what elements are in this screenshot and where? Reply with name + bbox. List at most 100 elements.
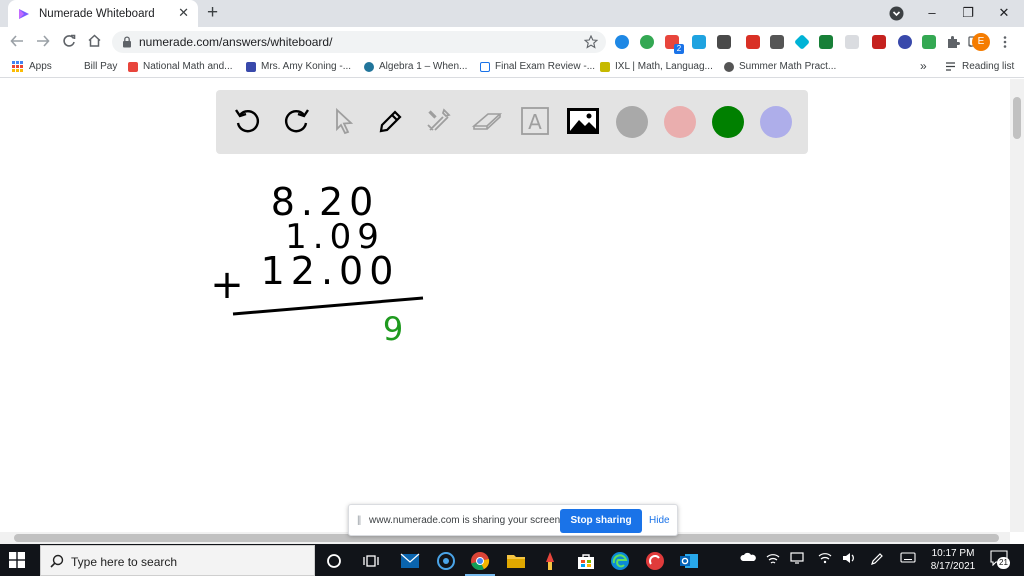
- extensions-puzzle-icon[interactable]: [946, 35, 960, 49]
- bookmark-ixl[interactable]: IXL | Math, Languag...: [600, 61, 713, 72]
- bookmark-final-exam-review[interactable]: Final Exam Review -...: [480, 61, 595, 72]
- color-swatch-gray[interactable]: [616, 106, 648, 138]
- notification-button[interactable]: 21: [990, 550, 1010, 571]
- extension-check-icon[interactable]: [922, 35, 936, 49]
- cortana-button[interactable]: [324, 551, 344, 571]
- forward-arrow-icon[interactable]: [36, 34, 50, 48]
- search-icon: [50, 554, 64, 568]
- extension-9-icon[interactable]: [819, 35, 833, 49]
- tray-monitor-icon[interactable]: [790, 552, 804, 567]
- color-swatch-lavender[interactable]: [760, 106, 792, 138]
- tab-numerade-whiteboard[interactable]: Numerade Whiteboard ✕: [8, 0, 198, 27]
- bookmark-national-math[interactable]: National Math and...: [128, 61, 233, 72]
- address-bar[interactable]: numerade.com/answers/whiteboard/: [112, 31, 606, 53]
- extension-badge: 2: [674, 44, 684, 54]
- select-tool-button[interactable]: [327, 104, 361, 138]
- redo-button[interactable]: [279, 104, 313, 138]
- menu-dots-icon[interactable]: [1002, 35, 1008, 49]
- back-arrow-icon[interactable]: [10, 34, 24, 48]
- stop-sharing-button[interactable]: Stop sharing: [560, 509, 642, 533]
- redo-icon: [285, 109, 309, 133]
- taskbar-app-file-explorer[interactable]: [506, 551, 526, 571]
- notification-count-badge: 21: [997, 557, 1010, 569]
- pencil-icon: [379, 110, 402, 133]
- bookmark-label: Apps: [29, 61, 52, 72]
- pen-tool-button[interactable]: [374, 104, 408, 138]
- reading-list-button[interactable]: Reading list: [945, 61, 1014, 72]
- bookmark-label: Bill Pay: [84, 61, 118, 72]
- pen-input-icon[interactable]: [870, 552, 884, 569]
- extension-6-icon[interactable]: [746, 35, 760, 49]
- eraser-tool-button[interactable]: [470, 104, 504, 138]
- numerade-favicon-icon: [19, 8, 29, 19]
- reload-icon[interactable]: [62, 34, 76, 48]
- clock-date: 8/17/2021: [930, 561, 976, 572]
- url-text: numerade.com/answers/whiteboard/: [139, 35, 333, 49]
- windows-start-icon[interactable]: [9, 552, 25, 568]
- shape-tools-button[interactable]: [422, 104, 456, 138]
- outlook-icon: [680, 554, 698, 568]
- bookmark-apps[interactable]: Apps: [12, 61, 52, 72]
- task-view-button[interactable]: [361, 551, 381, 571]
- bookmark-algebra-1[interactable]: Algebra 1 – When...: [364, 61, 467, 72]
- undo-button[interactable]: [231, 104, 265, 138]
- cortana-circle-icon: [327, 554, 341, 568]
- mail-app-icon: [400, 553, 420, 568]
- volume-icon[interactable]: [842, 552, 856, 567]
- taskbar-app-media[interactable]: [436, 551, 456, 571]
- color-swatch-pink[interactable]: [664, 106, 696, 138]
- text-tool-button[interactable]: A: [518, 104, 552, 138]
- bookmark-amy-koning[interactable]: Mrs. Amy Koning -...: [246, 61, 351, 72]
- onedrive-icon[interactable]: [740, 552, 756, 565]
- taskbar-app-red[interactable]: [645, 551, 665, 571]
- drag-grip-icon[interactable]: ||: [357, 515, 361, 526]
- wifi-icon[interactable]: [818, 552, 832, 567]
- taskbar-app-store[interactable]: [576, 551, 596, 571]
- vertical-scrollbar-thumb[interactable]: [1013, 97, 1021, 139]
- taskbar-clock[interactable]: 10:17 PM 8/17/2021: [918, 547, 988, 573]
- extension-7-icon[interactable]: [770, 35, 784, 49]
- extension-5-icon[interactable]: [717, 35, 731, 49]
- minimize-button[interactable]: –: [922, 4, 942, 22]
- lock-icon[interactable]: [122, 36, 132, 48]
- home-icon[interactable]: [87, 33, 102, 48]
- problem-line-3: 12.00: [261, 249, 400, 293]
- clock-time: 10:17 PM: [931, 548, 975, 559]
- tab-title: Numerade Whiteboard: [39, 7, 155, 20]
- tab-close-button[interactable]: ✕: [178, 6, 189, 20]
- tray-wifi-network-icon[interactable]: [766, 553, 780, 568]
- bookmark-label: Summer Math Pract...: [739, 61, 837, 72]
- taskbar-app-edge[interactable]: [610, 551, 630, 571]
- hide-button[interactable]: Hide: [649, 515, 670, 526]
- search-placeholder: Type here to search: [71, 555, 178, 569]
- bookmark-summer-math[interactable]: Summer Math Pract...: [724, 61, 836, 72]
- bookmark-bill-pay[interactable]: Bill Pay: [84, 61, 117, 72]
- extension-4-icon[interactable]: [692, 35, 706, 49]
- vertical-scrollbar[interactable]: [1010, 79, 1024, 532]
- color-swatch-green[interactable]: [712, 106, 744, 138]
- taskbar-app-chrome[interactable]: [470, 551, 490, 571]
- eraser-icon: [471, 113, 503, 130]
- bookmark-star-icon[interactable]: [584, 35, 598, 49]
- extension-1-icon[interactable]: [615, 35, 629, 49]
- hammer-wrench-icon: [427, 108, 451, 131]
- new-tab-button[interactable]: +: [207, 3, 218, 23]
- text-tool-glyph: A: [528, 110, 542, 134]
- profile-avatar[interactable]: E: [972, 33, 990, 51]
- extension-plus-icon[interactable]: [640, 35, 654, 49]
- bookmark-label: Mrs. Amy Koning -...: [261, 61, 352, 72]
- bookmarks-overflow-button[interactable]: »: [920, 59, 927, 73]
- close-window-button[interactable]: ✕: [994, 4, 1014, 22]
- reading-list-icon: [946, 62, 955, 71]
- pdf-extension-icon[interactable]: [872, 35, 886, 49]
- keyboard-icon[interactable]: [900, 552, 916, 566]
- restore-button[interactable]: ❐: [958, 4, 978, 22]
- taskbar-app-outlook[interactable]: [679, 551, 699, 571]
- taskbar-search-box[interactable]: Type here to search: [40, 545, 315, 576]
- extension-k-icon[interactable]: [898, 35, 912, 49]
- taskbar-app-paint[interactable]: [540, 551, 560, 571]
- extension-10-icon[interactable]: [845, 35, 859, 49]
- taskbar-app-mail[interactable]: [400, 551, 420, 571]
- image-tool-button[interactable]: [566, 104, 600, 138]
- tab-search-icon[interactable]: [889, 6, 904, 21]
